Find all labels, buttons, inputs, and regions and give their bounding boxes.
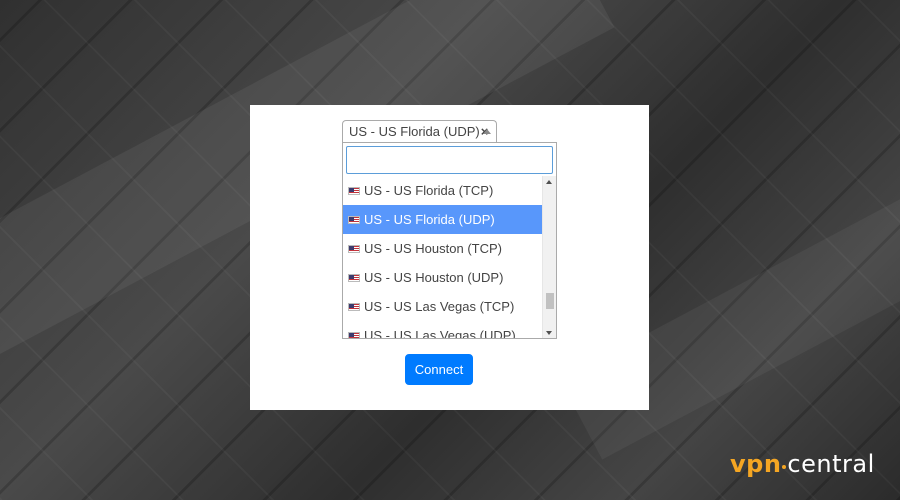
option-las-vegas-udp[interactable]: US - US Las Vegas (UDP) bbox=[343, 321, 542, 339]
option-label: US - US Florida (UDP) bbox=[364, 212, 495, 227]
scroll-up-icon[interactable] bbox=[546, 180, 552, 184]
option-houston-udp[interactable]: US - US Houston (UDP) bbox=[343, 263, 542, 292]
option-label: US - US Houston (UDP) bbox=[364, 270, 504, 285]
logo-part-vpn: vpn bbox=[730, 450, 782, 478]
vpncentral-logo: vpn central bbox=[730, 449, 875, 479]
us-flag-icon bbox=[348, 244, 360, 253]
option-label: US - US Las Vegas (TCP) bbox=[364, 299, 515, 314]
us-flag-icon bbox=[348, 331, 360, 338]
server-dropdown: US - US Florida (TCP) US - US Florida (U… bbox=[342, 142, 557, 339]
server-select[interactable]: US - US Florida (UDP) × bbox=[342, 120, 497, 142]
us-flag-icon bbox=[348, 215, 360, 224]
option-label: US - US Florida (TCP) bbox=[364, 183, 494, 198]
option-label: US - US Houston (TCP) bbox=[364, 241, 502, 256]
us-flag-icon bbox=[348, 302, 360, 311]
options-scrollbar[interactable] bbox=[542, 176, 556, 338]
option-florida-udp[interactable]: US - US Florida (UDP) bbox=[343, 205, 542, 234]
us-flag-icon bbox=[348, 273, 360, 282]
option-houston-tcp[interactable]: US - US Houston (TCP) bbox=[343, 234, 542, 263]
logo-dot-icon bbox=[782, 465, 787, 469]
options-list: US - US Florida (TCP) US - US Florida (U… bbox=[343, 176, 542, 339]
search-input[interactable] bbox=[346, 146, 553, 174]
search-wrapper bbox=[346, 146, 553, 174]
scroll-thumb[interactable] bbox=[546, 293, 554, 309]
connect-button[interactable]: Connect bbox=[405, 354, 473, 385]
selected-server: US - US Florida (UDP) bbox=[349, 124, 480, 139]
us-flag-icon bbox=[348, 186, 360, 195]
option-label: US - US Las Vegas (UDP) bbox=[364, 328, 516, 339]
scroll-down-icon[interactable] bbox=[546, 331, 552, 335]
connect-panel: US - US Florida (UDP) × US - US Florida … bbox=[250, 105, 649, 410]
option-las-vegas-tcp[interactable]: US - US Las Vegas (TCP) bbox=[343, 292, 542, 321]
logo-part-central: central bbox=[787, 450, 875, 478]
arrow-up-icon[interactable] bbox=[483, 129, 491, 134]
option-florida-tcp[interactable]: US - US Florida (TCP) bbox=[343, 176, 542, 205]
